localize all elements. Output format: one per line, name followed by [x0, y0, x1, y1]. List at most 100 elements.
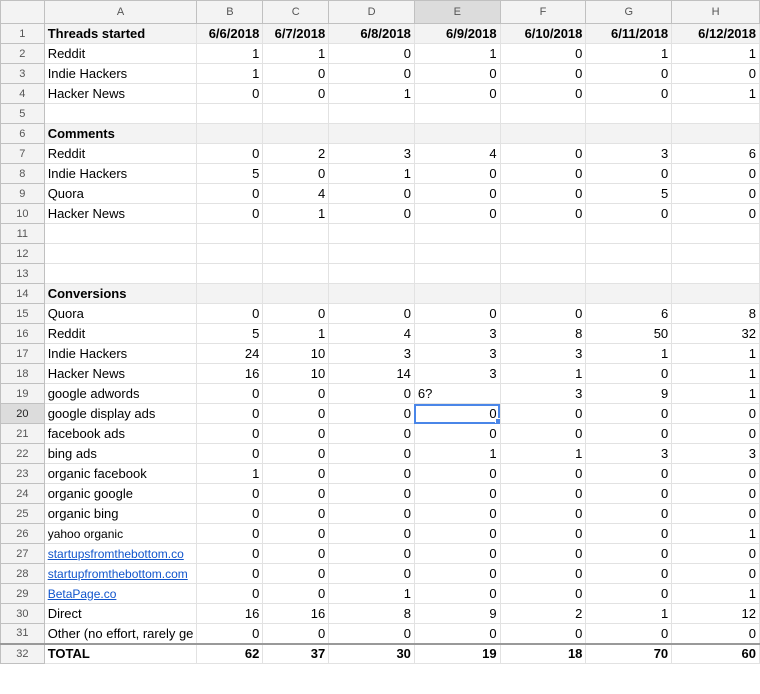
column-header-e[interactable]: E	[413, 0, 501, 24]
cell-b31[interactable]: 0	[196, 623, 264, 644]
cell-f30[interactable]: 2	[499, 603, 587, 624]
cell-e1[interactable]: 6/9/2018	[413, 23, 501, 44]
cell-b23[interactable]: 1	[196, 463, 264, 484]
cell-b18[interactable]: 16	[196, 363, 264, 384]
cell-d9[interactable]: 0	[328, 183, 415, 204]
cell-a26[interactable]: yahoo organic	[43, 523, 198, 544]
cell-a17[interactable]: Indie Hackers	[43, 343, 198, 364]
cell-a15[interactable]: Quora	[43, 303, 198, 324]
cell-a24[interactable]: organic google	[43, 483, 198, 504]
cell-d13[interactable]	[328, 263, 415, 284]
cell-d19[interactable]: 0	[328, 383, 415, 404]
cell-f6[interactable]	[499, 123, 587, 144]
cell-h30[interactable]: 12	[671, 603, 760, 624]
cell-d3[interactable]: 0	[328, 63, 415, 84]
cell-f16[interactable]: 8	[499, 323, 587, 344]
cell-f21[interactable]: 0	[499, 423, 587, 444]
cell-g7[interactable]: 3	[585, 143, 673, 164]
cell-c10[interactable]: 1	[262, 203, 330, 224]
cell-g19[interactable]: 9	[585, 383, 673, 404]
row-header[interactable]: 13	[0, 263, 45, 284]
row-header[interactable]: 12	[0, 243, 45, 264]
cell-g8[interactable]: 0	[585, 163, 673, 184]
row-header[interactable]: 11	[0, 223, 45, 244]
cell-f29[interactable]: 0	[499, 583, 587, 604]
cell-h21[interactable]: 0	[671, 423, 760, 444]
cell-g29[interactable]: 0	[585, 583, 673, 604]
cell-a8[interactable]: Indie Hackers	[43, 163, 198, 184]
cell-d5[interactable]	[328, 103, 415, 124]
cell-f17[interactable]: 3	[499, 343, 587, 364]
cell-f1[interactable]: 6/10/2018	[499, 23, 587, 44]
cell-e4[interactable]: 0	[413, 83, 501, 104]
cell-g32[interactable]: 70	[585, 642, 673, 664]
cell-h15[interactable]: 8	[671, 303, 760, 324]
cell-f3[interactable]: 0	[499, 63, 587, 84]
cell-c16[interactable]: 1	[262, 323, 330, 344]
row-header[interactable]: 27	[0, 543, 45, 564]
cell-h20[interactable]: 0	[671, 403, 760, 424]
cell-c27[interactable]: 0	[262, 543, 330, 564]
cell-c30[interactable]: 16	[262, 603, 330, 624]
cell-h11[interactable]	[671, 223, 760, 244]
cell-e14[interactable]	[413, 283, 501, 304]
column-header-f[interactable]: F	[499, 0, 587, 24]
cell-f23[interactable]: 0	[499, 463, 587, 484]
row-header[interactable]: 26	[0, 523, 45, 544]
cell-b8[interactable]: 5	[196, 163, 264, 184]
cell-h32[interactable]: 60	[671, 642, 760, 664]
cell-d22[interactable]: 0	[328, 443, 415, 464]
cell-a28[interactable]: startupfromthebottom.com	[43, 563, 198, 584]
cell-a9[interactable]: Quora	[43, 183, 198, 204]
cell-b6[interactable]	[196, 123, 264, 144]
cell-a1[interactable]: Threads started	[43, 23, 198, 44]
cell-d26[interactable]: 0	[328, 523, 415, 544]
cell-b3[interactable]: 1	[196, 63, 264, 84]
cell-b16[interactable]: 5	[196, 323, 264, 344]
cell-e3[interactable]: 0	[413, 63, 501, 84]
cell-d17[interactable]: 3	[328, 343, 415, 364]
row-header[interactable]: 22	[0, 443, 45, 464]
cell-e32[interactable]: 19	[413, 642, 501, 664]
cell-h5[interactable]	[671, 103, 760, 124]
cell-h7[interactable]: 6	[671, 143, 760, 164]
cell-b13[interactable]	[196, 263, 264, 284]
fill-handle[interactable]	[494, 418, 500, 423]
column-header-d[interactable]: D	[328, 0, 415, 24]
cell-f20[interactable]: 0	[499, 403, 587, 424]
cell-d18[interactable]: 14	[328, 363, 415, 384]
cell-d25[interactable]: 0	[328, 503, 415, 524]
cell-a21[interactable]: facebook ads	[43, 423, 198, 444]
cell-c24[interactable]: 0	[262, 483, 330, 504]
cell-f2[interactable]: 0	[499, 43, 587, 64]
cell-a5[interactable]	[43, 103, 198, 124]
row-header[interactable]: 2	[0, 43, 45, 64]
cell-e10[interactable]: 0	[413, 203, 501, 224]
cell-d7[interactable]: 3	[328, 143, 415, 164]
row-header[interactable]: 28	[0, 563, 45, 584]
row-header[interactable]: 21	[0, 423, 45, 444]
cell-h28[interactable]: 0	[671, 563, 760, 584]
row-header[interactable]: 23	[0, 463, 45, 484]
cell-g5[interactable]	[585, 103, 673, 124]
row-header[interactable]: 19	[0, 383, 45, 404]
cell-g31[interactable]: 0	[585, 623, 673, 644]
cell-f18[interactable]: 1	[499, 363, 587, 384]
cell-a6[interactable]: Comments	[43, 123, 198, 144]
cell-a3[interactable]: Indie Hackers	[43, 63, 198, 84]
cell-a32[interactable]: TOTAL	[43, 642, 198, 664]
cell-g17[interactable]: 1	[585, 343, 673, 364]
cell-b1[interactable]: 6/6/2018	[196, 23, 264, 44]
cell-a14[interactable]: Conversions	[43, 283, 198, 304]
row-header[interactable]: 25	[0, 503, 45, 524]
cell-h26[interactable]: 1	[671, 523, 760, 544]
cell-g15[interactable]: 6	[585, 303, 673, 324]
cell-d6[interactable]	[328, 123, 415, 144]
cell-g21[interactable]: 0	[585, 423, 673, 444]
cell-g24[interactable]: 0	[585, 483, 673, 504]
cell-g6[interactable]	[585, 123, 673, 144]
cell-f12[interactable]	[499, 243, 587, 264]
cell-a25[interactable]: organic bing	[43, 503, 198, 524]
cell-g14[interactable]	[585, 283, 673, 304]
column-header-h[interactable]: H	[671, 0, 760, 24]
